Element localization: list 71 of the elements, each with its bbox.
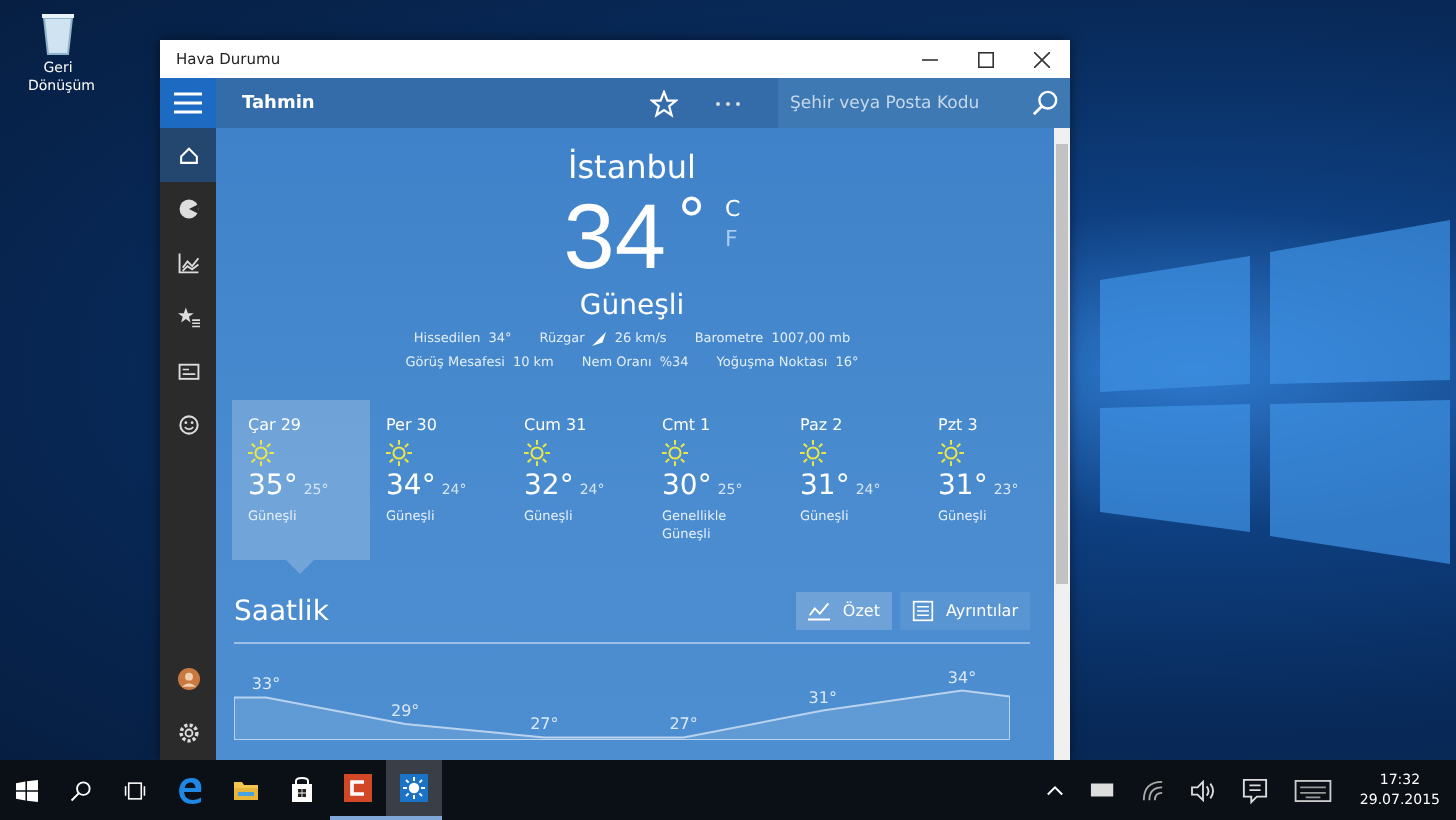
sun-icon (938, 440, 964, 466)
speaker-icon[interactable] (1189, 779, 1216, 801)
search-field[interactable]: Şehir veya Posta Kodu (778, 78, 1070, 128)
view-toggle-button[interactable]: Ayrıntılar (899, 592, 1030, 630)
temperature-label: 33° (251, 675, 281, 694)
current-temperature: 34 (563, 188, 666, 284)
day-label: Cum 31 (524, 416, 589, 434)
star-icon[interactable] (650, 89, 678, 117)
smiley-icon (177, 414, 199, 436)
task-view-icon[interactable] (124, 779, 146, 801)
taskbar-app[interactable] (386, 760, 442, 820)
high-temperature: 31° (938, 472, 988, 502)
wind-direction-icon (592, 332, 607, 346)
battery-icon[interactable] (1089, 782, 1116, 798)
high-temperature: 35° (248, 472, 298, 502)
page-title: Tahmin (242, 93, 315, 113)
day-label: Per 30 (386, 416, 439, 434)
view-toggle-button[interactable]: Özet (796, 592, 892, 630)
avatar-icon (177, 668, 199, 690)
settings-icon (177, 722, 199, 744)
menu-button[interactable] (160, 78, 216, 128)
close-icon[interactable] (1034, 51, 1050, 67)
recycle-bin-icon[interactable] (38, 8, 78, 56)
day-label: Cmt 1 (662, 416, 713, 434)
temperature-label: 29° (391, 702, 420, 720)
keyboard-icon[interactable] (1293, 779, 1332, 801)
sun-icon (248, 440, 274, 466)
windows-start-icon[interactable] (16, 779, 38, 801)
more-icon[interactable] (714, 99, 742, 107)
current-condition: Güneşli (579, 288, 685, 324)
nav-item[interactable] (160, 128, 216, 182)
section-title: Saatlik (234, 595, 329, 627)
selection-pointer (286, 560, 314, 574)
star-list-icon (177, 306, 199, 328)
menu-icon[interactable] (174, 92, 202, 114)
scrollbar-thumb[interactable] (1056, 144, 1068, 584)
unit-toggle[interactable]: F (725, 226, 741, 252)
day-label: Pzt 3 (938, 416, 980, 434)
weather-app-icon (400, 774, 428, 802)
chart-icon (808, 600, 831, 622)
shopping-bag-icon (288, 776, 316, 804)
high-temperature: 32° (524, 472, 574, 502)
degree-sign: ° (677, 188, 706, 256)
chevron-up-icon[interactable] (1045, 784, 1064, 796)
unit-toggle[interactable]: C (725, 196, 741, 222)
temperature-label: 31° (808, 688, 837, 707)
list-icon (911, 600, 934, 622)
notification-icon[interactable] (1241, 777, 1268, 803)
high-temperature: 34° (386, 472, 436, 502)
graph-icon (177, 252, 199, 274)
sun-icon (386, 440, 412, 466)
temperature-label: 27° (669, 715, 698, 734)
sun-icon (524, 440, 550, 466)
temperature-label: 34° (947, 668, 977, 687)
edge-browser-icon (176, 776, 204, 804)
folder-icon (232, 776, 260, 804)
home-icon (177, 144, 199, 166)
wifi-icon[interactable] (1141, 779, 1164, 801)
day-label: Çar 29 (248, 416, 303, 434)
temperature-label: 27° (530, 715, 559, 734)
high-temperature: 31° (800, 472, 850, 502)
day-label: Paz 2 (800, 416, 845, 434)
search-icon[interactable] (70, 779, 92, 801)
scrollbar[interactable] (1054, 128, 1070, 760)
high-temperature: 30° (662, 472, 712, 502)
city-name: İstanbul (567, 148, 696, 188)
maximize-icon[interactable] (978, 51, 994, 67)
sun-icon (662, 440, 688, 466)
sun-icon (800, 440, 826, 466)
app-icon (344, 774, 372, 802)
newspaper-icon (177, 360, 199, 382)
